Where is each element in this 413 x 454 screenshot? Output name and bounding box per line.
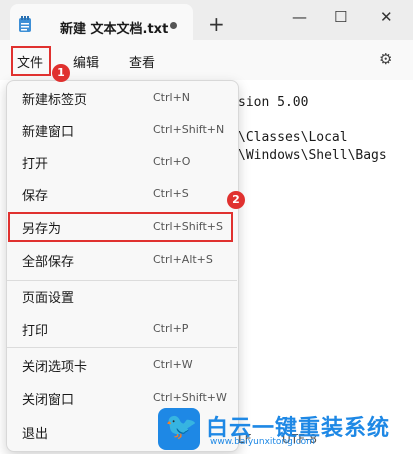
maximize-button[interactable]: ☐: [334, 8, 347, 26]
menu-item-label: 关闭窗口: [22, 393, 75, 408]
step-badge-1: 1: [52, 64, 70, 82]
editor-line: \Classes\Local: [238, 130, 348, 145]
menu-item-shortcut: Ctrl+W: [153, 358, 193, 371]
editor-line: sion 5.00: [238, 95, 309, 110]
menu-item-shortcut: Ctrl+S: [153, 187, 189, 200]
menu-item-open[interactable]: 打开 Ctrl+O: [8, 149, 236, 175]
menu-item-label: 退出: [22, 427, 49, 442]
menu-item-shortcut: Ctrl+Shift+W: [153, 391, 227, 404]
notepad-icon: [19, 16, 31, 32]
menu-item-new-window[interactable]: 新建窗口 Ctrl+Shift+N: [8, 117, 236, 143]
menu-item-page-setup[interactable]: 页面设置: [8, 283, 236, 309]
menu-item-shortcut: Ctrl+Alt+S: [153, 253, 213, 266]
menu-item-exit[interactable]: 退出: [8, 419, 236, 445]
save-as-highlight: [8, 212, 233, 242]
menu-item-label: 打印: [22, 324, 49, 339]
unsaved-dot-icon[interactable]: [170, 22, 177, 29]
tab-title: 新建 文本文档.txt: [60, 22, 169, 37]
menu-item-label: 打开: [22, 157, 49, 172]
menu-item-label: 关闭选项卡: [22, 360, 88, 375]
menu-view[interactable]: 查看: [129, 52, 155, 71]
menu-item-save[interactable]: 保存 Ctrl+S: [8, 181, 236, 207]
twitter-bird-logo-icon: 🐦: [158, 408, 200, 450]
editor-line: \Windows\Shell\Bags: [238, 148, 387, 163]
menu-item-label: 新建窗口: [22, 125, 75, 140]
menu-item-new-tab[interactable]: 新建标签页 Ctrl+N: [8, 85, 236, 111]
menu-item-label: 新建标签页: [22, 93, 88, 108]
watermark-url: www.baiyunxitong.com: [210, 437, 315, 447]
gear-icon[interactable]: ⚙: [379, 50, 392, 68]
menu-separator: [7, 280, 237, 281]
file-menu-highlight: [11, 46, 51, 76]
menu-item-shortcut: Ctrl+P: [153, 322, 189, 335]
new-tab-button[interactable]: +: [208, 14, 225, 34]
notepad-window: 新建 文本文档.txt + — ☐ ✕ 文件 编辑 查看 ⚙ sion 5.00…: [0, 0, 413, 454]
menu-item-label: 页面设置: [22, 291, 75, 306]
menu-edit[interactable]: 编辑: [73, 52, 99, 71]
bird-glyph: 🐦: [165, 412, 198, 442]
menu-item-print[interactable]: 打印 Ctrl+P: [8, 316, 236, 342]
menu-item-label: 保存: [22, 189, 49, 204]
menu-item-shortcut: Ctrl+O: [153, 155, 191, 168]
menu-separator: [7, 347, 237, 348]
menu-item-label: 全部保存: [22, 255, 75, 270]
menu-item-save-all[interactable]: 全部保存 Ctrl+Alt+S: [8, 247, 236, 273]
close-button[interactable]: ✕: [380, 8, 393, 26]
menu-item-shortcut: Ctrl+Shift+N: [153, 123, 225, 136]
menu-item-close-window[interactable]: 关闭窗口 Ctrl+Shift+W: [8, 385, 236, 411]
step-badge-2: 2: [227, 191, 245, 209]
menu-item-close-tab[interactable]: 关闭选项卡 Ctrl+W: [8, 352, 236, 378]
minimize-button[interactable]: —: [292, 8, 307, 26]
menu-item-shortcut: Ctrl+N: [153, 91, 191, 104]
